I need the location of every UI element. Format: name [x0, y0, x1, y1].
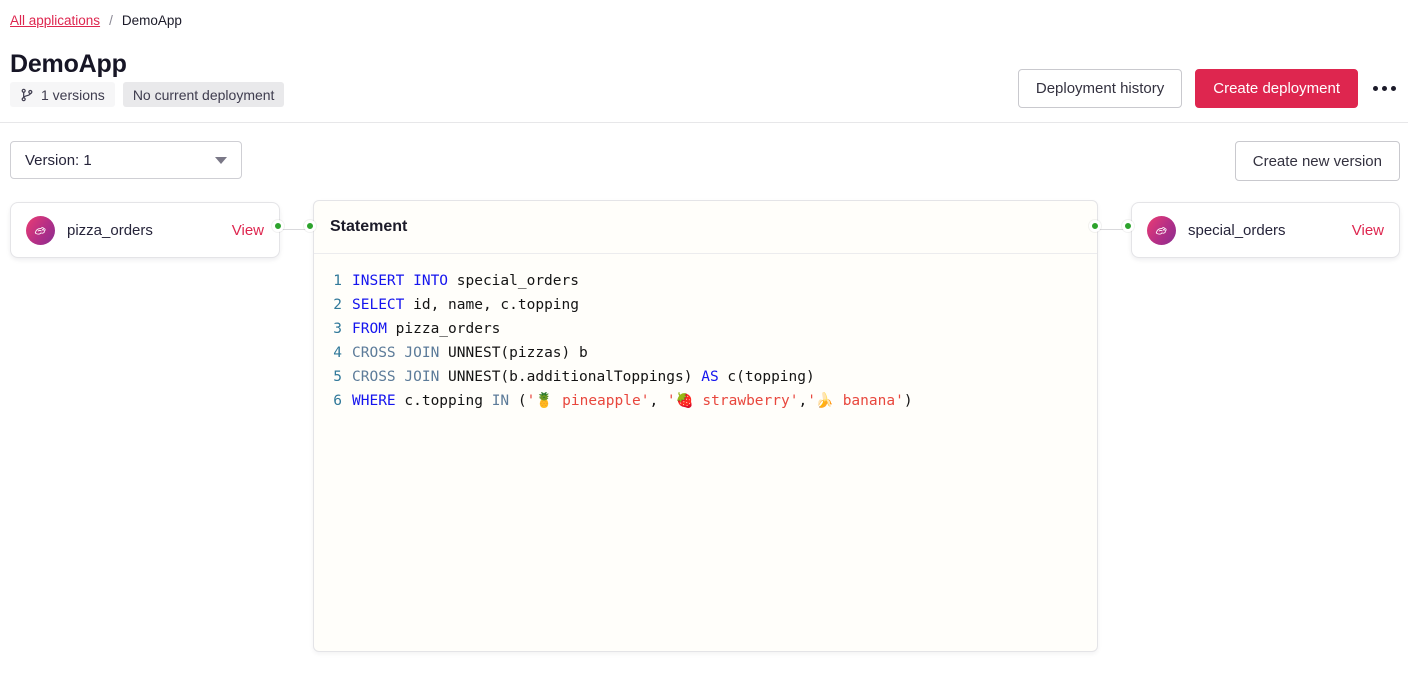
- page-title: DemoApp: [10, 50, 127, 79]
- no-deployment-badge: No current deployment: [123, 82, 285, 107]
- sql-code[interactable]: 1INSERT INTO special_orders2SELECT id, n…: [314, 254, 1097, 413]
- line-number: 4: [331, 341, 342, 365]
- create-deployment-button[interactable]: Create deployment: [1195, 69, 1358, 108]
- more-options-button[interactable]: [1371, 80, 1398, 97]
- section-divider: [0, 122, 1408, 123]
- git-branch-icon: [20, 88, 34, 102]
- line-number: 6: [331, 389, 342, 413]
- line-number: 2: [331, 293, 342, 317]
- breadcrumb-current: DemoApp: [122, 13, 182, 28]
- no-deployment-badge-label: No current deployment: [133, 87, 275, 103]
- statement-card: Statement 1INSERT INTO special_orders2SE…: [313, 200, 1098, 652]
- application-page: All applications / DemoApp DemoApp 1 ver…: [0, 0, 1408, 684]
- code-line: 2SELECT id, name, c.topping: [331, 293, 1083, 317]
- source-table-name: pizza_orders: [67, 222, 153, 239]
- deployment-history-button[interactable]: Deployment history: [1018, 69, 1182, 108]
- flink-app-icon: [26, 216, 55, 245]
- chevron-down-icon: [215, 157, 227, 164]
- code-line: 5CROSS JOIN UNNEST(b.additionalToppings)…: [331, 365, 1083, 389]
- versions-badge: 1 versions: [10, 82, 115, 107]
- versions-badge-label: 1 versions: [41, 87, 105, 103]
- create-new-version-button[interactable]: Create new version: [1235, 141, 1400, 181]
- sink-table-name: special_orders: [1188, 222, 1286, 239]
- ellipsis-icon: [1373, 86, 1378, 91]
- version-select-value: Version: 1: [25, 152, 92, 169]
- port-dot-source-out: [272, 220, 284, 232]
- source-table-card: pizza_orders View: [10, 202, 280, 258]
- code-line: 1INSERT INTO special_orders: [331, 269, 1083, 293]
- line-number: 3: [331, 317, 342, 341]
- breadcrumb-separator: /: [109, 13, 113, 28]
- app-meta-badges: 1 versions No current deployment: [10, 82, 284, 107]
- code-line: 6WHERE c.topping IN ('🍍 pineapple', '🍓 s…: [331, 389, 1083, 413]
- statement-title: Statement: [314, 201, 1097, 254]
- ellipsis-icon: [1391, 86, 1396, 91]
- code-line: 4CROSS JOIN UNNEST(pizzas) b: [331, 341, 1083, 365]
- sink-table-card: special_orders View: [1131, 202, 1400, 258]
- header-actions: Deployment history Create deployment: [1018, 69, 1398, 108]
- port-dot-statement-in: [304, 220, 316, 232]
- line-number: 1: [331, 269, 342, 293]
- ellipsis-icon: [1382, 86, 1387, 91]
- sink-view-link[interactable]: View: [1352, 222, 1384, 239]
- port-dot-statement-out: [1089, 220, 1101, 232]
- port-dot-sink-in: [1122, 220, 1134, 232]
- line-number: 5: [331, 365, 342, 389]
- code-line: 3FROM pizza_orders: [331, 317, 1083, 341]
- version-select[interactable]: Version: 1: [10, 141, 242, 179]
- flink-app-icon: [1147, 216, 1176, 245]
- breadcrumb-all-applications-link[interactable]: All applications: [10, 13, 100, 28]
- source-view-link[interactable]: View: [232, 222, 264, 239]
- breadcrumb: All applications / DemoApp: [10, 13, 182, 28]
